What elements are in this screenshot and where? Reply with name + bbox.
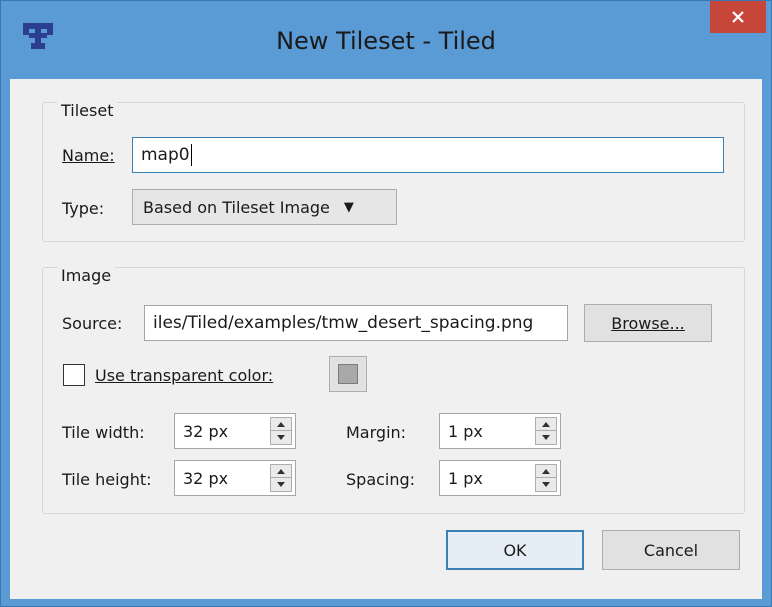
- text-caret: [190, 144, 192, 166]
- type-dropdown-value: Based on Tileset Image: [143, 197, 330, 217]
- margin-spinbox[interactable]: 1 px: [439, 413, 561, 449]
- spin-down-icon[interactable]: [536, 478, 556, 491]
- transparent-color-label: Use transparent color:: [95, 366, 273, 385]
- spin-up-icon[interactable]: [536, 465, 556, 478]
- spin-down-icon[interactable]: [271, 431, 291, 444]
- margin-stepper: [535, 417, 557, 445]
- cancel-button-label: Cancel: [643, 540, 699, 560]
- source-label: Source:: [62, 314, 123, 333]
- browse-button-label: Browse...: [611, 313, 685, 333]
- name-input-value: map0: [141, 145, 190, 165]
- type-label: Type:: [62, 199, 105, 218]
- tile-width-label: Tile width:: [62, 423, 145, 442]
- tile-width-value: 32 px: [183, 422, 229, 441]
- ok-button[interactable]: OK: [446, 530, 584, 570]
- ok-button-label: OK: [503, 540, 527, 560]
- name-input[interactable]: map0: [132, 137, 724, 173]
- spacing-label: Spacing:: [346, 470, 416, 489]
- spacing-stepper: [535, 464, 557, 492]
- tile-height-stepper: [270, 464, 292, 492]
- image-group-title: Image: [57, 266, 116, 285]
- spin-down-icon[interactable]: [536, 431, 556, 444]
- dialog-body: Tileset Name: map0 Type: Based on Tilese…: [10, 79, 762, 599]
- tile-width-stepper: [270, 417, 292, 445]
- margin-value: 1 px: [448, 422, 483, 441]
- source-input-value: iles/Tiled/examples/tmw_desert_spacing.p…: [153, 313, 534, 333]
- tile-height-label: Tile height:: [62, 470, 152, 489]
- tile-width-spinbox[interactable]: 32 px: [174, 413, 296, 449]
- spacing-value: 1 px: [448, 469, 483, 488]
- close-icon: [732, 11, 744, 23]
- new-tileset-dialog: New Tileset - Tiled Tileset Name: map0 T…: [0, 0, 772, 607]
- spin-down-icon[interactable]: [271, 478, 291, 491]
- dropdown-arrow-icon: ▼: [343, 199, 354, 215]
- spin-up-icon[interactable]: [271, 418, 291, 431]
- source-input[interactable]: iles/Tiled/examples/tmw_desert_spacing.p…: [144, 305, 568, 341]
- transparent-color-label-text: Use transparent color:: [95, 366, 274, 385]
- type-dropdown[interactable]: Based on Tileset Image ▼: [132, 189, 397, 225]
- title-bar[interactable]: New Tileset - Tiled: [1, 1, 771, 79]
- color-swatch-fill: [338, 364, 358, 384]
- spin-up-icon[interactable]: [271, 465, 291, 478]
- tileset-group-title: Tileset: [57, 101, 118, 120]
- transparent-color-picker[interactable]: [329, 356, 367, 392]
- browse-button[interactable]: Browse...: [584, 304, 712, 342]
- window-title: New Tileset - Tiled: [276, 27, 496, 55]
- cancel-button[interactable]: Cancel: [602, 530, 740, 570]
- spin-up-icon[interactable]: [536, 418, 556, 431]
- close-button[interactable]: [710, 1, 766, 33]
- spacing-spinbox[interactable]: 1 px: [439, 460, 561, 496]
- margin-label: Margin:: [346, 423, 407, 442]
- transparent-color-checkbox[interactable]: [63, 364, 85, 386]
- tile-height-value: 32 px: [183, 469, 229, 488]
- name-label: Name:: [62, 146, 115, 165]
- tile-height-spinbox[interactable]: 32 px: [174, 460, 296, 496]
- name-label-text: Name:: [62, 146, 115, 165]
